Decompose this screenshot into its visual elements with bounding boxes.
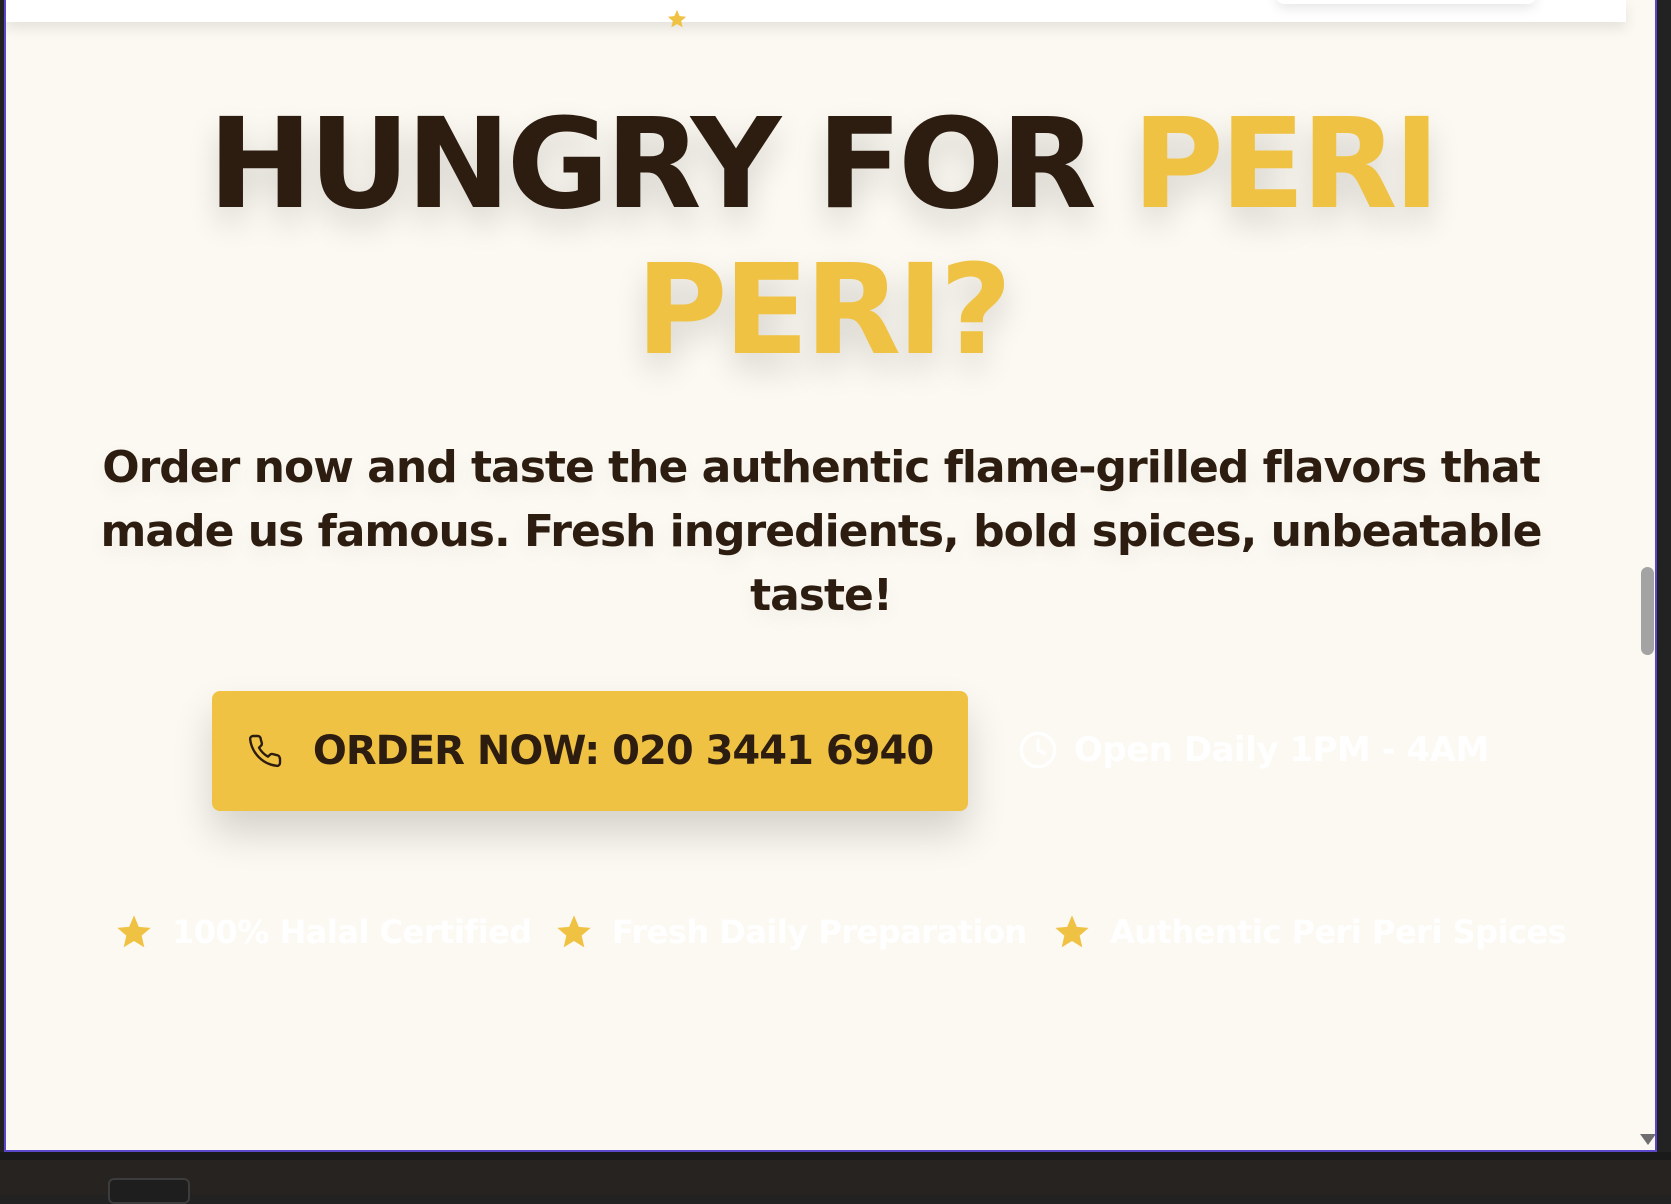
opening-hours-label: Open Daily 1PM - 4AM [1074, 730, 1489, 770]
taskbar-app-button[interactable] [108, 1178, 190, 1204]
header-nav-pill[interactable] [1276, 0, 1536, 4]
hero-subtext: Order now and taste the authentic flame-… [100, 442, 1543, 621]
feature-halal: 100% Halal Certified [114, 910, 532, 954]
opening-hours: Open Daily 1PM - 4AM [1018, 728, 1489, 772]
order-now-label: ORDER NOW: 020 3441 6940 [312, 728, 934, 774]
star-icon [554, 912, 594, 952]
headline-accent-text-2: PERI? [635, 238, 1012, 383]
hero-headline: HUNGRY FOR PERI PERI? [6, 92, 1638, 384]
browser-viewport: HUNGRY FOR PERI PERI? Order now and tast… [4, 0, 1657, 1152]
clock-icon [1018, 730, 1058, 770]
feature-fresh: Fresh Daily Preparation [554, 910, 1027, 954]
order-now-button[interactable]: ORDER NOW: 020 3441 6940 [212, 691, 968, 811]
taskbar [0, 1160, 1671, 1195]
headline-dark-text: HUNGRY FOR [208, 92, 1133, 237]
feature-label: Fresh Daily Preparation [612, 913, 1027, 951]
star-icon [114, 912, 154, 952]
feature-label: 100% Halal Certified [172, 913, 532, 951]
scrollbar-thumb[interactable] [1641, 567, 1654, 655]
star-icon [1052, 912, 1092, 952]
vertical-scrollbar[interactable] [1636, 0, 1655, 1150]
scroll-down-arrow-icon[interactable] [1640, 1134, 1655, 1145]
feature-label: Authentic Peri Peri Spices [1110, 913, 1567, 951]
feature-spices: Authentic Peri Peri Spices [1052, 910, 1567, 954]
phone-icon [247, 733, 283, 769]
site-header [6, 0, 1626, 28]
headline-accent-text: PERI [1132, 92, 1440, 237]
header-star-icon [666, 8, 688, 28]
